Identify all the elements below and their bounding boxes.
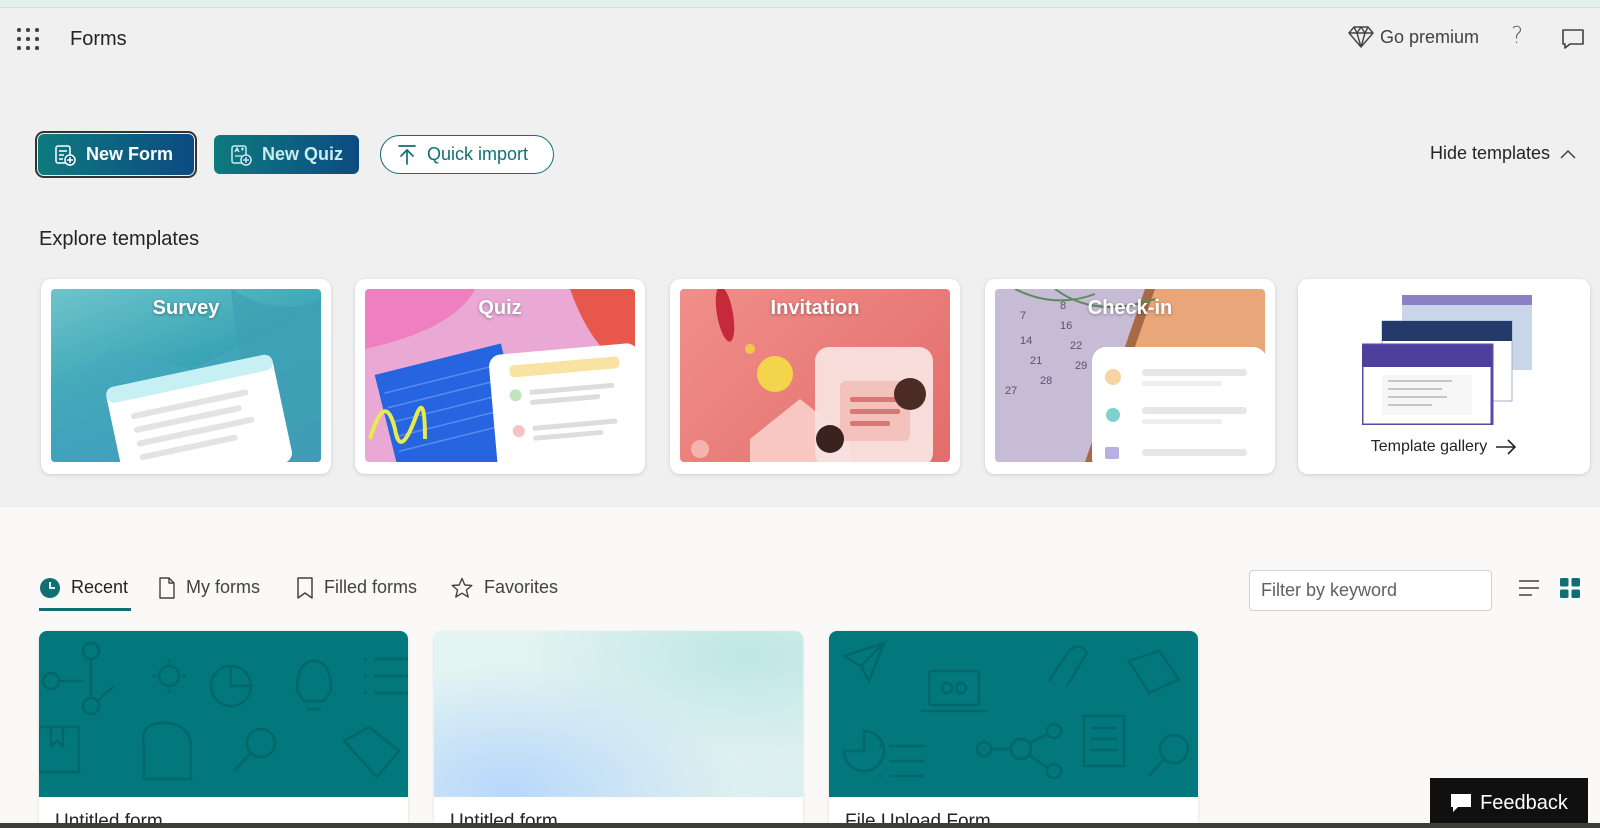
grid-view-icon[interactable] [1560, 578, 1580, 598]
document-icon [159, 577, 175, 599]
app-header: Forms Go premium ? [0, 8, 1600, 70]
new-quiz-button[interactable]: New Quiz [214, 135, 359, 174]
svg-text:27: 27 [1005, 385, 1017, 397]
hide-templates-button[interactable]: Hide templates [1430, 143, 1576, 164]
hide-templates-label: Hide templates [1430, 143, 1551, 163]
template-label-quiz: Quiz [478, 297, 522, 319]
template-card-check-in[interactable]: 78 14 16 21 22 27 28 29 Check-in [985, 279, 1275, 474]
template-label-survey: Survey [152, 297, 220, 319]
new-form-icon [55, 144, 76, 166]
tab-filled-forms-label: Filled forms [324, 577, 418, 597]
template-gallery-thumbnail [1362, 295, 1532, 425]
quick-import-button[interactable]: Quick import [380, 135, 554, 174]
form-card[interactable]: Untitled form [434, 631, 803, 828]
go-premium-label: Go premium [1380, 26, 1480, 47]
template-card-survey[interactable]: Survey [41, 279, 331, 474]
new-form-button[interactable]: New Form [35, 131, 197, 178]
tab-favorites-label: Favorites [484, 577, 559, 597]
svg-text:14: 14 [1020, 335, 1032, 347]
go-premium-button[interactable]: Go premium [1348, 25, 1479, 49]
star-icon [451, 577, 473, 598]
help-icon[interactable]: ? [1511, 23, 1523, 49]
tab-favorites[interactable]: Favorites [450, 573, 558, 611]
form-banner-gradient [434, 631, 803, 797]
chevron-up-icon [1560, 149, 1576, 159]
tab-recent-label: Recent [71, 577, 129, 597]
template-gallery-card[interactable]: Template gallery [1298, 279, 1590, 474]
upload-arrow-icon [398, 144, 416, 165]
svg-text:22: 22 [1070, 340, 1082, 352]
feedback-button[interactable]: Feedback [1430, 778, 1588, 828]
window-bottom-edge [0, 823, 1600, 828]
tab-my-forms-label: My forms [186, 577, 260, 597]
template-label-check-in: Check-in [1087, 297, 1173, 319]
diamond-icon [1348, 26, 1374, 48]
bookmark-icon [297, 577, 313, 599]
tab-filled-forms[interactable]: Filled forms [296, 573, 417, 611]
new-quiz-icon [231, 144, 252, 166]
new-form-label: New Form [86, 144, 174, 164]
svg-text:28: 28 [1040, 375, 1052, 387]
app-title: Forms [70, 28, 127, 50]
template-card-invitation[interactable]: Invitation [670, 279, 960, 474]
feedback-label: Feedback [1480, 791, 1568, 814]
explore-templates-heading: Explore templates [39, 228, 200, 250]
quick-import-label: Quick import [427, 144, 529, 164]
template-label-invitation: Invitation [770, 297, 860, 319]
app-launcher-icon[interactable] [17, 28, 39, 50]
svg-text:16: 16 [1060, 320, 1072, 332]
filter-by-keyword-input[interactable] [1249, 570, 1492, 611]
svg-text:29: 29 [1075, 360, 1087, 372]
new-quiz-label: New Quiz [262, 144, 344, 164]
form-card[interactable]: Untitled form [39, 631, 408, 828]
window-top-strip [0, 0, 1600, 8]
list-view-icon[interactable] [1518, 578, 1540, 598]
tab-recent[interactable]: Recent [39, 573, 131, 611]
template-gallery-label: Template gallery [1370, 438, 1488, 455]
tab-my-forms[interactable]: My forms [158, 573, 260, 611]
template-card-quiz[interactable]: Quiz [355, 279, 645, 474]
svg-text:21: 21 [1030, 355, 1042, 367]
arrow-right-icon [1496, 439, 1517, 455]
form-banner-teal [829, 631, 1198, 797]
feedback-chat-icon[interactable] [1561, 28, 1585, 50]
form-card[interactable]: File Upload Form [829, 631, 1198, 828]
clock-icon [40, 578, 60, 598]
chat-bubble-icon [1451, 794, 1472, 812]
form-banner-teal [39, 631, 408, 797]
